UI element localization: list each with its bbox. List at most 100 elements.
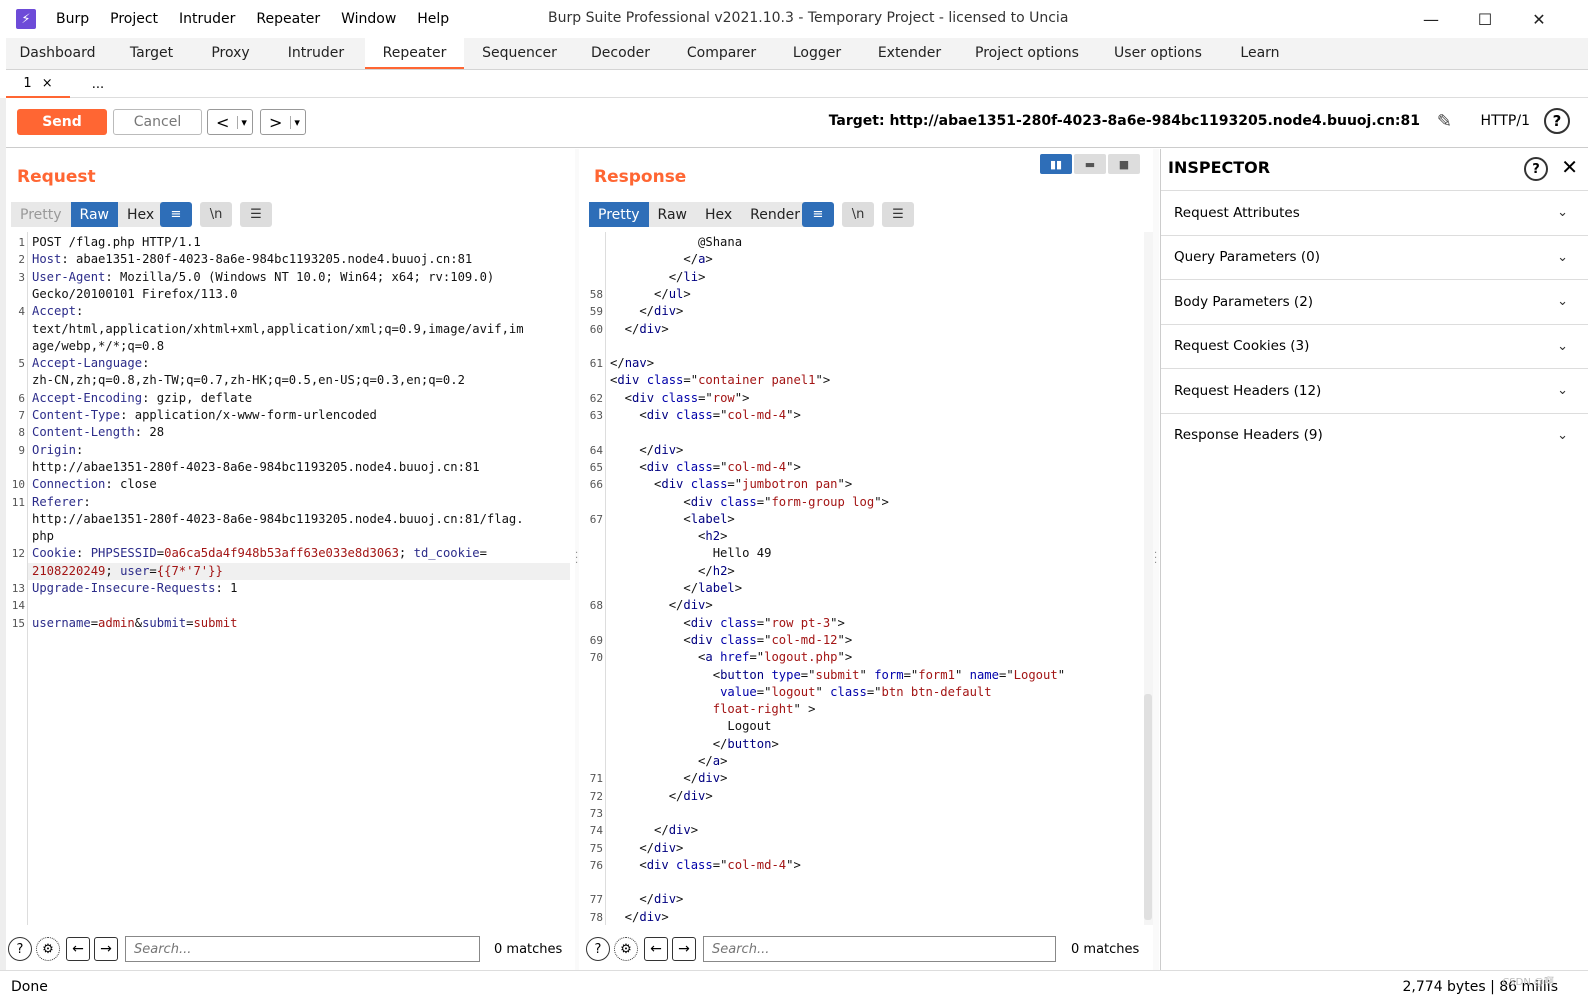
tab-target[interactable]: Target [109,38,194,69]
inspector-section-response-headers[interactable]: Response Headers (9) ⌄ [1161,412,1588,457]
request-editor[interactable]: 1 2 3 4 5 6 7 8 9 10 11 12 13 14 15 POST /flag.php HTT… [6,232,570,925]
menu-repeater[interactable]: Repeater [256,11,320,27]
tab-learn[interactable]: Learn [1224,38,1296,69]
code-token: type [771,667,801,682]
code-token: submit [193,615,238,630]
cancel-button[interactable]: Cancel [113,109,202,135]
inspector-section-request-attributes[interactable]: Request Attributes ⌄ [1161,190,1588,234]
code-line: </div> [606,909,1146,925]
inspector-section-request-headers[interactable]: Request Headers (12) ⌄ [1161,368,1588,412]
status-bar: Done 2,774 bytes | 86 millis CSDN @啊 [0,970,1588,1003]
response-scrollbar-thumb[interactable] [1144,694,1152,920]
chevron-down-icon[interactable]: ⌄ [1557,250,1568,265]
code-token: User-Agent [32,269,106,284]
gear-icon[interactable]: ⚙ [36,937,60,961]
edit-target-pencil-icon[interactable]: ✎ [1437,111,1452,132]
tab-dashboard[interactable]: Dashboard [6,38,109,69]
inspector-section-request-cookies[interactable]: Request Cookies (3) ⌄ [1161,323,1588,368]
code-token: =" [903,667,919,682]
panel-splitter-handle[interactable]: · · · [575,149,579,970]
code-token: h2 [705,529,721,544]
chevron-down-icon[interactable]: ⌄ [1557,339,1568,354]
response-tab-hex[interactable]: Hex [695,202,742,227]
request-tab-hex[interactable]: Hex [117,202,164,227]
inspector-section-label: Request Attributes [1174,204,1300,221]
chevron-down-icon[interactable]: ▾ [290,115,300,129]
tab-sequencer[interactable]: Sequencer [464,38,575,69]
tab-comparer[interactable]: Comparer [666,38,777,69]
minimize-icon[interactable]: — [1418,6,1444,32]
chevron-down-icon[interactable]: ⌄ [1557,428,1568,443]
code-line: age/webp,*/*;q=0.8 [28,338,570,355]
inspector-section-body-parameters[interactable]: Body Parameters (2) ⌄ [1161,279,1588,323]
request-menu-icon[interactable]: ☰ [240,202,272,227]
search-next-arrow-icon[interactable]: → [672,937,696,961]
help-icon[interactable]: ? [586,937,610,961]
code-token: =" [800,667,816,682]
menu-project[interactable]: Project [110,11,158,27]
response-menu-icon[interactable]: ☰ [882,202,914,227]
maximize-icon[interactable]: ☐ [1472,6,1498,32]
send-button[interactable]: Send [17,109,107,135]
request-wrap-icon[interactable]: ≡ [160,202,192,227]
menu-burp[interactable]: Burp [56,11,89,27]
code-line: </button> [606,736,1146,753]
request-tab-raw[interactable]: Raw [70,202,118,227]
inspector-splitter-handle[interactable]: · · · [1153,149,1159,970]
new-tab-button[interactable]: ... [80,70,116,98]
repeater-tab-1[interactable]: 1 × [6,70,70,98]
history-back-button[interactable]: < ▾ [207,109,253,135]
chevron-down-icon[interactable]: ⌄ [1557,383,1568,398]
gear-icon[interactable]: ⚙ [614,937,638,961]
menu-window[interactable]: Window [341,11,396,27]
help-icon[interactable]: ? [1524,157,1548,181]
search-next-arrow-icon[interactable]: → [94,937,118,961]
response-tab-raw[interactable]: Raw [648,202,696,227]
layout-stacked-icon[interactable]: ▬ [1074,154,1106,174]
line-number: 61 [589,357,603,371]
tab-repeater[interactable]: Repeater [365,38,464,69]
chevron-down-icon[interactable]: ▾ [237,115,247,129]
request-newline-icon[interactable]: \n [200,202,232,227]
request-search-input[interactable] [125,936,480,962]
request-tab-pretty[interactable]: Pretty [11,202,71,227]
chevron-down-icon[interactable]: ⌄ [1557,294,1568,309]
help-icon[interactable]: ? [1544,108,1570,134]
close-icon[interactable]: ✕ [1561,155,1578,179]
inspector-section-query-parameters[interactable]: Query Parameters (0) ⌄ [1161,234,1588,279]
response-newline-icon[interactable]: \n [842,202,874,227]
line-number: 75 [589,841,603,855]
response-search-input[interactable] [703,936,1056,962]
close-window-icon[interactable]: ✕ [1526,6,1552,32]
code-line: Origin: [28,442,570,459]
history-forward-button[interactable]: > ▾ [260,109,306,135]
tab-project-options[interactable]: Project options [962,38,1092,69]
tab-proxy[interactable]: Proxy [194,38,267,69]
code-line: </div> [606,597,1146,614]
help-icon[interactable]: ? [8,937,32,961]
layout-tabs-icon[interactable]: ■ [1108,154,1140,174]
tab-intruder[interactable]: Intruder [267,38,365,69]
menu-intruder[interactable]: Intruder [179,11,235,27]
layout-side-by-side-icon[interactable]: ▮▮ [1040,154,1072,174]
code-token: =" [998,667,1014,682]
chevron-down-icon[interactable]: ⌄ [1557,205,1568,220]
code-token: : 28 [134,425,165,440]
tab-logger[interactable]: Logger [777,38,857,69]
search-prev-arrow-icon[interactable]: ← [644,937,668,961]
tab-extender[interactable]: Extender [857,38,962,69]
response-tab-pretty[interactable]: Pretty [589,202,649,227]
tab-decoder[interactable]: Decoder [575,38,666,69]
response-tab-render[interactable]: Render [741,202,810,227]
response-wrap-icon[interactable]: ≡ [802,202,834,227]
tab-user-options[interactable]: User options [1092,38,1224,69]
request-panel: Request Pretty Raw Hex ≡ \n ☰ 1234567891… [6,149,580,970]
close-tab-icon[interactable]: × [42,76,53,91]
code-token: = [156,546,165,561]
http-version-selector[interactable]: HTTP/1 [1481,113,1530,129]
menu-help[interactable]: Help [417,11,449,27]
search-prev-arrow-icon[interactable]: ← [66,937,90,961]
response-editor[interactable]: 58 59 60 61 62 63 64 65 66 67 68 69 70 71 72 73 74 75 76 77… [584,232,1146,925]
